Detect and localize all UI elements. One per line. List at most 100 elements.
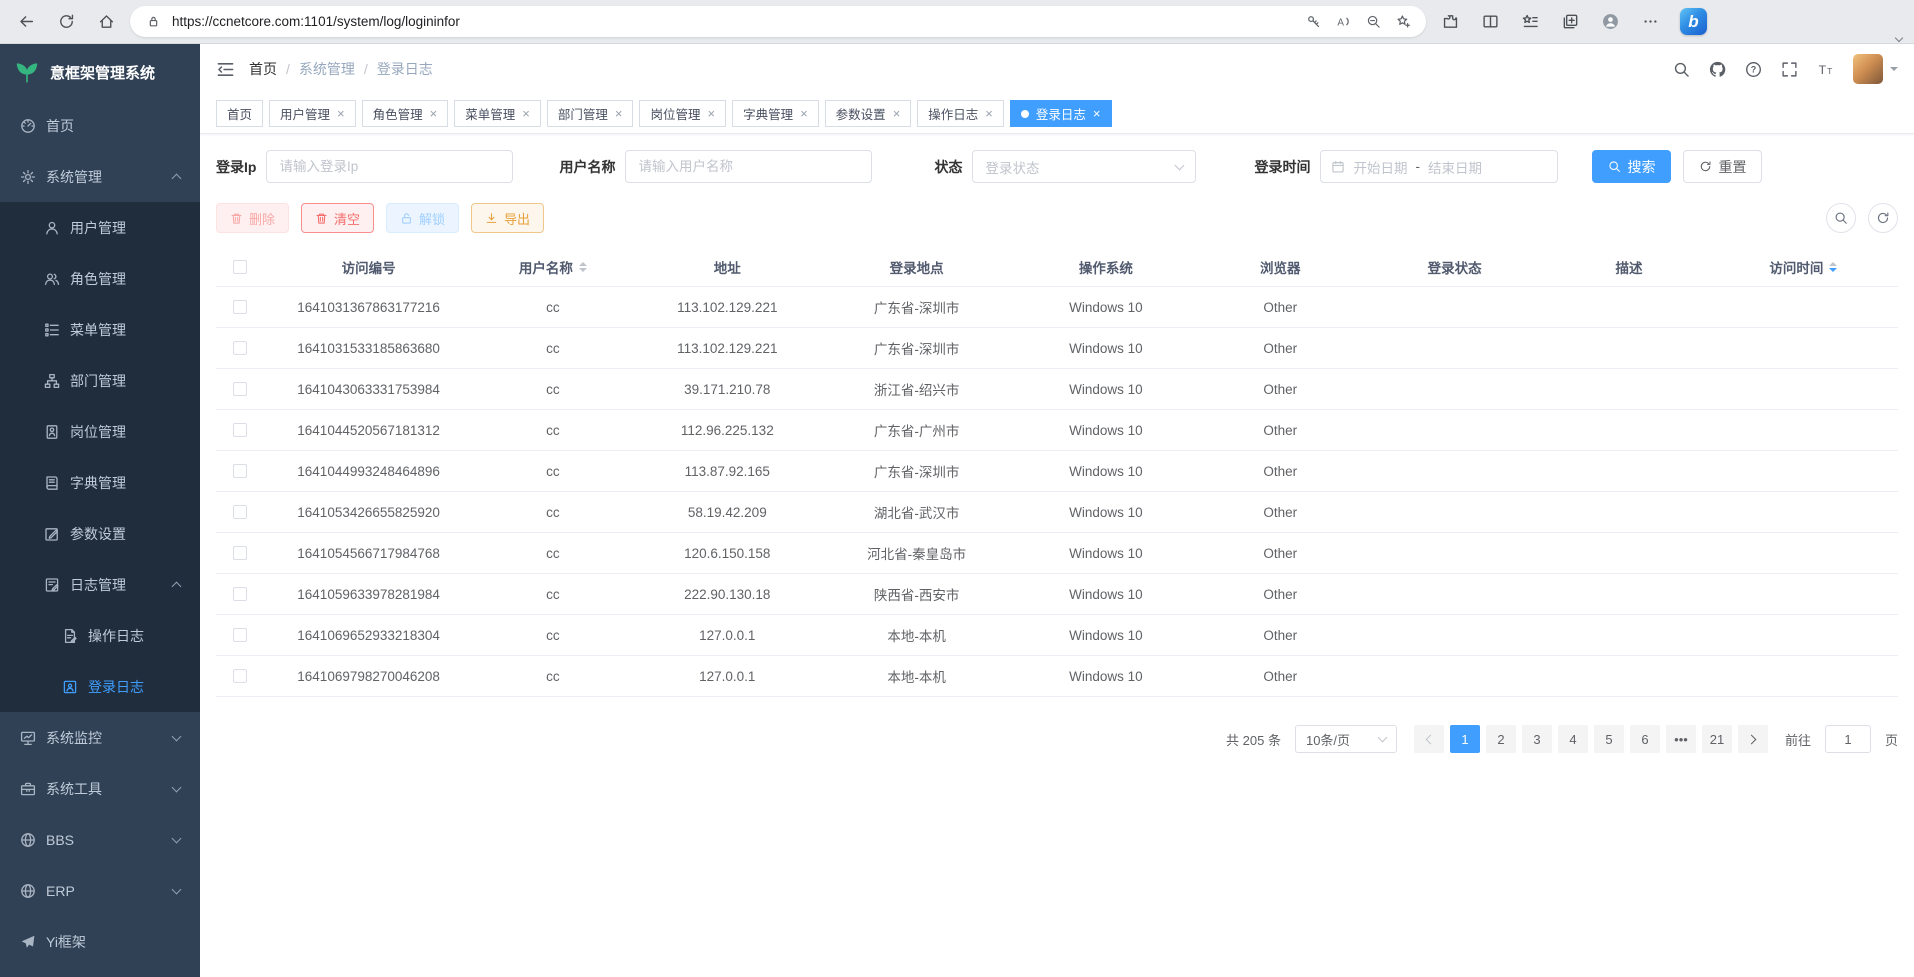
collections-icon[interactable] xyxy=(1554,6,1586,38)
page-button[interactable]: 3 xyxy=(1522,725,1552,753)
row-checkbox[interactable] xyxy=(233,300,247,314)
page-button[interactable]: 5 xyxy=(1594,725,1624,753)
sidebar-item[interactable]: 首页 xyxy=(0,100,200,151)
sidebar-item[interactable]: 角色管理 xyxy=(0,253,200,304)
back-icon[interactable] xyxy=(10,6,42,38)
clear-button[interactable]: 清空 xyxy=(301,203,374,233)
page-size-select[interactable]: 10条/页 xyxy=(1295,725,1397,753)
page-button[interactable]: 21 xyxy=(1702,725,1732,753)
show-search-icon[interactable] xyxy=(1826,203,1856,233)
sidebar-item[interactable]: BBS xyxy=(0,814,200,865)
page-button[interactable]: 1 xyxy=(1450,725,1480,753)
tab[interactable]: 部门管理× xyxy=(547,100,634,127)
page-button[interactable]: 6 xyxy=(1630,725,1660,753)
tab[interactable]: 登录日志× xyxy=(1010,100,1112,127)
split-screen-icon[interactable] xyxy=(1474,6,1506,38)
reset-button[interactable]: 重置 xyxy=(1683,150,1762,183)
row-checkbox[interactable] xyxy=(233,505,247,519)
app-logo[interactable]: 意框架管理系统 xyxy=(0,44,200,100)
close-icon[interactable]: × xyxy=(337,107,345,120)
tab[interactable]: 角色管理× xyxy=(362,100,449,127)
sidebar-item[interactable]: 岗位管理 xyxy=(0,406,200,457)
more-pages-button[interactable]: ••• xyxy=(1666,725,1696,753)
close-icon[interactable]: × xyxy=(522,107,530,120)
sidebar-item[interactable]: 系统管理 xyxy=(0,151,200,202)
sidebar-item[interactable]: ERP xyxy=(0,865,200,916)
row-checkbox[interactable] xyxy=(233,546,247,560)
close-icon[interactable]: × xyxy=(615,107,623,120)
status-select[interactable]: 登录状态 xyxy=(972,150,1196,183)
row-checkbox[interactable] xyxy=(233,628,247,642)
user-name-input[interactable] xyxy=(625,150,872,183)
row-checkbox[interactable] xyxy=(233,669,247,683)
address-bar[interactable]: https://ccnetcore.com:1101/system/log/lo… xyxy=(130,6,1426,37)
close-icon[interactable]: × xyxy=(985,107,993,120)
delete-button[interactable]: 删除 xyxy=(216,203,289,233)
prev-page-button[interactable] xyxy=(1414,725,1444,753)
extensions-icon[interactable] xyxy=(1434,6,1466,38)
sidebar-item[interactable]: 用户管理 xyxy=(0,202,200,253)
refresh-table-icon[interactable] xyxy=(1868,203,1898,233)
column-header[interactable]: 用户名称 xyxy=(473,257,632,277)
sidebar-item[interactable]: 菜单管理 xyxy=(0,304,200,355)
breadcrumb-parent[interactable]: 系统管理 xyxy=(299,59,355,79)
favorite-star-icon[interactable] xyxy=(1392,11,1414,33)
collapse-sidebar-icon[interactable] xyxy=(216,60,235,79)
unlock-button[interactable]: 解锁 xyxy=(386,203,459,233)
breadcrumb-home[interactable]: 首页 xyxy=(249,59,277,79)
search-icon[interactable] xyxy=(1673,61,1690,78)
tab[interactable]: 岗位管理× xyxy=(639,100,726,127)
font-size-icon[interactable]: TT xyxy=(1817,61,1834,78)
sort-carets-icon[interactable] xyxy=(1829,262,1837,272)
home-icon[interactable] xyxy=(90,6,122,38)
tab[interactable]: 字典管理× xyxy=(732,100,819,127)
zoom-out-icon[interactable] xyxy=(1362,11,1384,33)
login-ip-input[interactable] xyxy=(266,150,513,183)
sidebar-item[interactable]: 系统工具 xyxy=(0,763,200,814)
page-button[interactable]: 2 xyxy=(1486,725,1516,753)
fullscreen-icon[interactable] xyxy=(1781,61,1798,78)
reload-icon[interactable] xyxy=(50,6,82,38)
sidebar-item[interactable]: 字典管理 xyxy=(0,457,200,508)
select-all-checkbox[interactable] xyxy=(233,260,247,274)
profile-avatar-icon[interactable] xyxy=(1594,6,1626,38)
tab[interactable]: 用户管理× xyxy=(269,100,356,127)
password-key-icon[interactable] xyxy=(1302,11,1324,33)
sidebar-item[interactable]: 登录日志 xyxy=(0,661,200,712)
row-checkbox[interactable] xyxy=(233,341,247,355)
tab[interactable]: 菜单管理× xyxy=(454,100,541,127)
row-checkbox[interactable] xyxy=(233,423,247,437)
row-checkbox[interactable] xyxy=(233,587,247,601)
github-icon[interactable] xyxy=(1709,61,1726,78)
search-button[interactable]: 搜索 xyxy=(1592,150,1671,183)
close-icon[interactable]: × xyxy=(893,107,901,120)
user-menu[interactable] xyxy=(1853,54,1898,84)
column-header[interactable]: 访问时间 xyxy=(1709,257,1898,277)
tab[interactable]: 参数设置× xyxy=(825,100,912,127)
chevron-down-icon[interactable] xyxy=(1895,34,1903,42)
sidebar-item[interactable]: Yi框架 xyxy=(0,916,200,967)
export-button[interactable]: 导出 xyxy=(471,203,544,233)
url-text[interactable]: https://ccnetcore.com:1101/system/log/lo… xyxy=(172,14,1294,29)
sidebar-item[interactable]: 参数设置 xyxy=(0,508,200,559)
tab[interactable]: 首页 xyxy=(216,100,263,127)
sidebar-item[interactable]: 日志管理 xyxy=(0,559,200,610)
tab[interactable]: 操作日志× xyxy=(917,100,1004,127)
goto-page-input[interactable] xyxy=(1825,725,1871,753)
row-checkbox[interactable] xyxy=(233,382,247,396)
sidebar-item[interactable]: 操作日志 xyxy=(0,610,200,661)
close-icon[interactable]: × xyxy=(800,107,808,120)
sidebar-item[interactable]: 部门管理 xyxy=(0,355,200,406)
read-aloud-icon[interactable]: A xyxy=(1332,11,1354,33)
row-checkbox[interactable] xyxy=(233,464,247,478)
close-icon[interactable]: × xyxy=(430,107,438,120)
sidebar-item[interactable]: 系统监控 xyxy=(0,712,200,763)
close-icon[interactable]: × xyxy=(707,107,715,120)
sort-carets-icon[interactable] xyxy=(579,262,587,272)
bing-sidebar-icon[interactable]: b xyxy=(1680,8,1707,35)
close-icon[interactable]: × xyxy=(1093,107,1101,120)
page-button[interactable]: 4 xyxy=(1558,725,1588,753)
favorites-bar-icon[interactable] xyxy=(1514,6,1546,38)
settings-menu-icon[interactable] xyxy=(1634,6,1666,38)
help-icon[interactable]: ? xyxy=(1745,61,1762,78)
